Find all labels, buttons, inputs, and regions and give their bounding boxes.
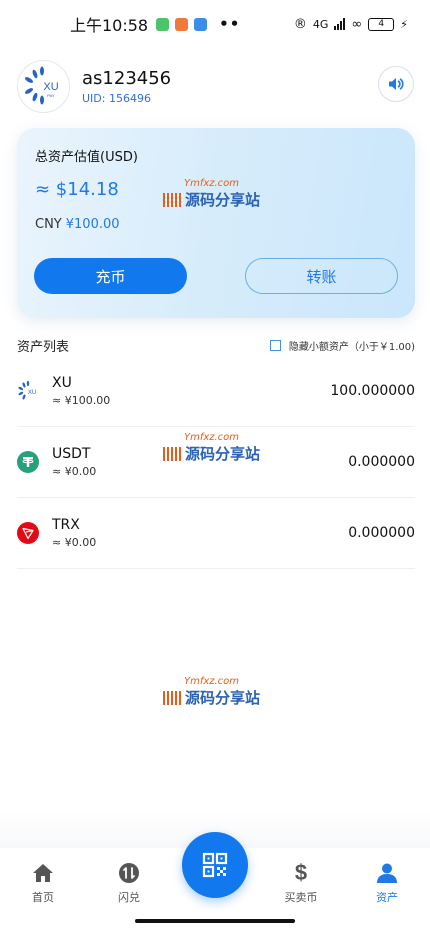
- asset-cny-value: ≈ ¥0.00: [52, 536, 97, 549]
- dollar-icon: $: [294, 860, 308, 885]
- user-id: UID: 156496: [82, 91, 151, 105]
- more-notifications-icon: ••: [219, 15, 241, 33]
- svg-text:PAY: PAY: [47, 93, 55, 98]
- asset-name: XU: [52, 375, 72, 391]
- asset-row-usdt[interactable]: USDT ≈ ¥0.00 0.000000: [17, 427, 415, 498]
- nav-assets[interactable]: 资产: [344, 861, 430, 905]
- watermark-logo-icon: [163, 690, 183, 705]
- cny-label: CNY: [35, 217, 62, 232]
- scan-qr-button[interactable]: [182, 832, 248, 898]
- asset-name: TRX: [52, 517, 80, 533]
- total-assets-label: 总资产估值(USD): [35, 150, 138, 165]
- nav-trade[interactable]: $ 买卖币: [258, 860, 344, 905]
- watermark: Ymfxz.com 源码分享站: [163, 676, 260, 708]
- status-time: 上午10:58: [70, 16, 149, 35]
- asset-amount: 100.000000: [330, 383, 415, 399]
- asset-info: TRX ≈ ¥0.00: [52, 517, 96, 549]
- watermark: Ymfxz.com 源码分享站: [163, 178, 260, 210]
- charging-icon: ⚡: [400, 17, 408, 31]
- asset-list-title: 资产列表: [17, 340, 70, 355]
- user-icon: [376, 861, 398, 885]
- cny-value: ¥100.00: [65, 217, 120, 232]
- tron-icon: [17, 522, 39, 544]
- network-type: 4G: [312, 17, 329, 31]
- asset-cny-value: ≈ ¥100.00: [52, 394, 111, 407]
- xu-logo-icon: XU: [17, 380, 39, 402]
- swap-icon: [118, 861, 140, 885]
- tether-icon: [17, 451, 39, 473]
- asset-row-xu[interactable]: XU XU ≈ ¥100.00 100.000000: [17, 356, 415, 427]
- nav-trade-label: 买卖币: [284, 891, 318, 904]
- qr-code-icon: [202, 852, 228, 878]
- nav-home[interactable]: 首页: [0, 861, 86, 905]
- asset-amount: 0.000000: [348, 454, 415, 470]
- asset-list-header: 资产列表 隐藏小额资产（小于￥1.00): [17, 336, 415, 355]
- home-indicator: [135, 919, 295, 923]
- username: as123456: [82, 67, 172, 89]
- home-icon: [32, 861, 54, 885]
- svg-text:XU: XU: [43, 81, 58, 93]
- avatar[interactable]: XU PAY: [17, 59, 70, 113]
- total-assets-card: 总资产估值(USD) ≈ $14.18 CNY ¥100.00 充币 转账: [17, 128, 415, 318]
- status-indicators: ® 4G ∞ 4 ⚡: [294, 17, 408, 32]
- speaker-icon: [389, 78, 404, 90]
- app-notification-icon: [156, 17, 170, 31]
- battery-icon: 4: [368, 17, 395, 31]
- card-actions: 充币 转账: [34, 258, 398, 294]
- user-info: as123456 UID: 156496: [82, 68, 171, 105]
- status-bar: 上午10:58 •• ® 4G ∞ 4 ⚡: [0, 0, 430, 48]
- hide-small-assets-checkbox[interactable]: [269, 340, 281, 351]
- watermark-title: 源码分享站: [185, 689, 261, 707]
- total-assets-cny: CNY ¥100.00: [35, 217, 397, 232]
- hotspot-icon: ∞: [351, 16, 363, 32]
- deposit-button[interactable]: 充币: [34, 258, 187, 294]
- nav-flash-swap-label: 闪兑: [118, 891, 140, 904]
- asset-info: XU ≈ ¥100.00: [52, 375, 110, 407]
- watermark-url: Ymfxz.com: [183, 676, 240, 687]
- asset-row-trx[interactable]: TRX ≈ ¥0.00 0.000000: [17, 498, 415, 569]
- hide-small-assets-label: 隐藏小额资产（小于￥1.00): [288, 342, 415, 353]
- registered-icon: ®: [293, 16, 307, 32]
- nav-flash-swap[interactable]: 闪兑: [86, 861, 172, 905]
- svg-text:XU: XU: [28, 390, 36, 396]
- signal-icon: [334, 18, 346, 30]
- asset-amount: 0.000000: [348, 525, 415, 541]
- asset-info: USDT ≈ ¥0.00: [52, 446, 96, 478]
- app-notification-icon: [194, 17, 208, 31]
- asset-name: USDT: [52, 446, 91, 462]
- profile-header: XU PAY as123456 UID: 156496: [17, 58, 417, 114]
- app-notification-icon: [175, 17, 189, 31]
- asset-cny-value: ≈ ¥0.00: [52, 465, 97, 478]
- watermark-url: Ymfxz.com: [183, 178, 240, 189]
- nav-home-label: 首页: [32, 891, 54, 904]
- hide-small-assets-toggle[interactable]: 隐藏小额资产（小于￥1.00): [269, 338, 415, 353]
- nav-assets-label: 资产: [376, 891, 398, 904]
- transfer-button[interactable]: 转账: [245, 258, 398, 294]
- xu-pay-logo-icon: XU PAY: [24, 66, 58, 105]
- watermark-logo-icon: [163, 192, 183, 207]
- watermark-title: 源码分享站: [185, 191, 261, 209]
- announcement-button[interactable]: [378, 66, 414, 102]
